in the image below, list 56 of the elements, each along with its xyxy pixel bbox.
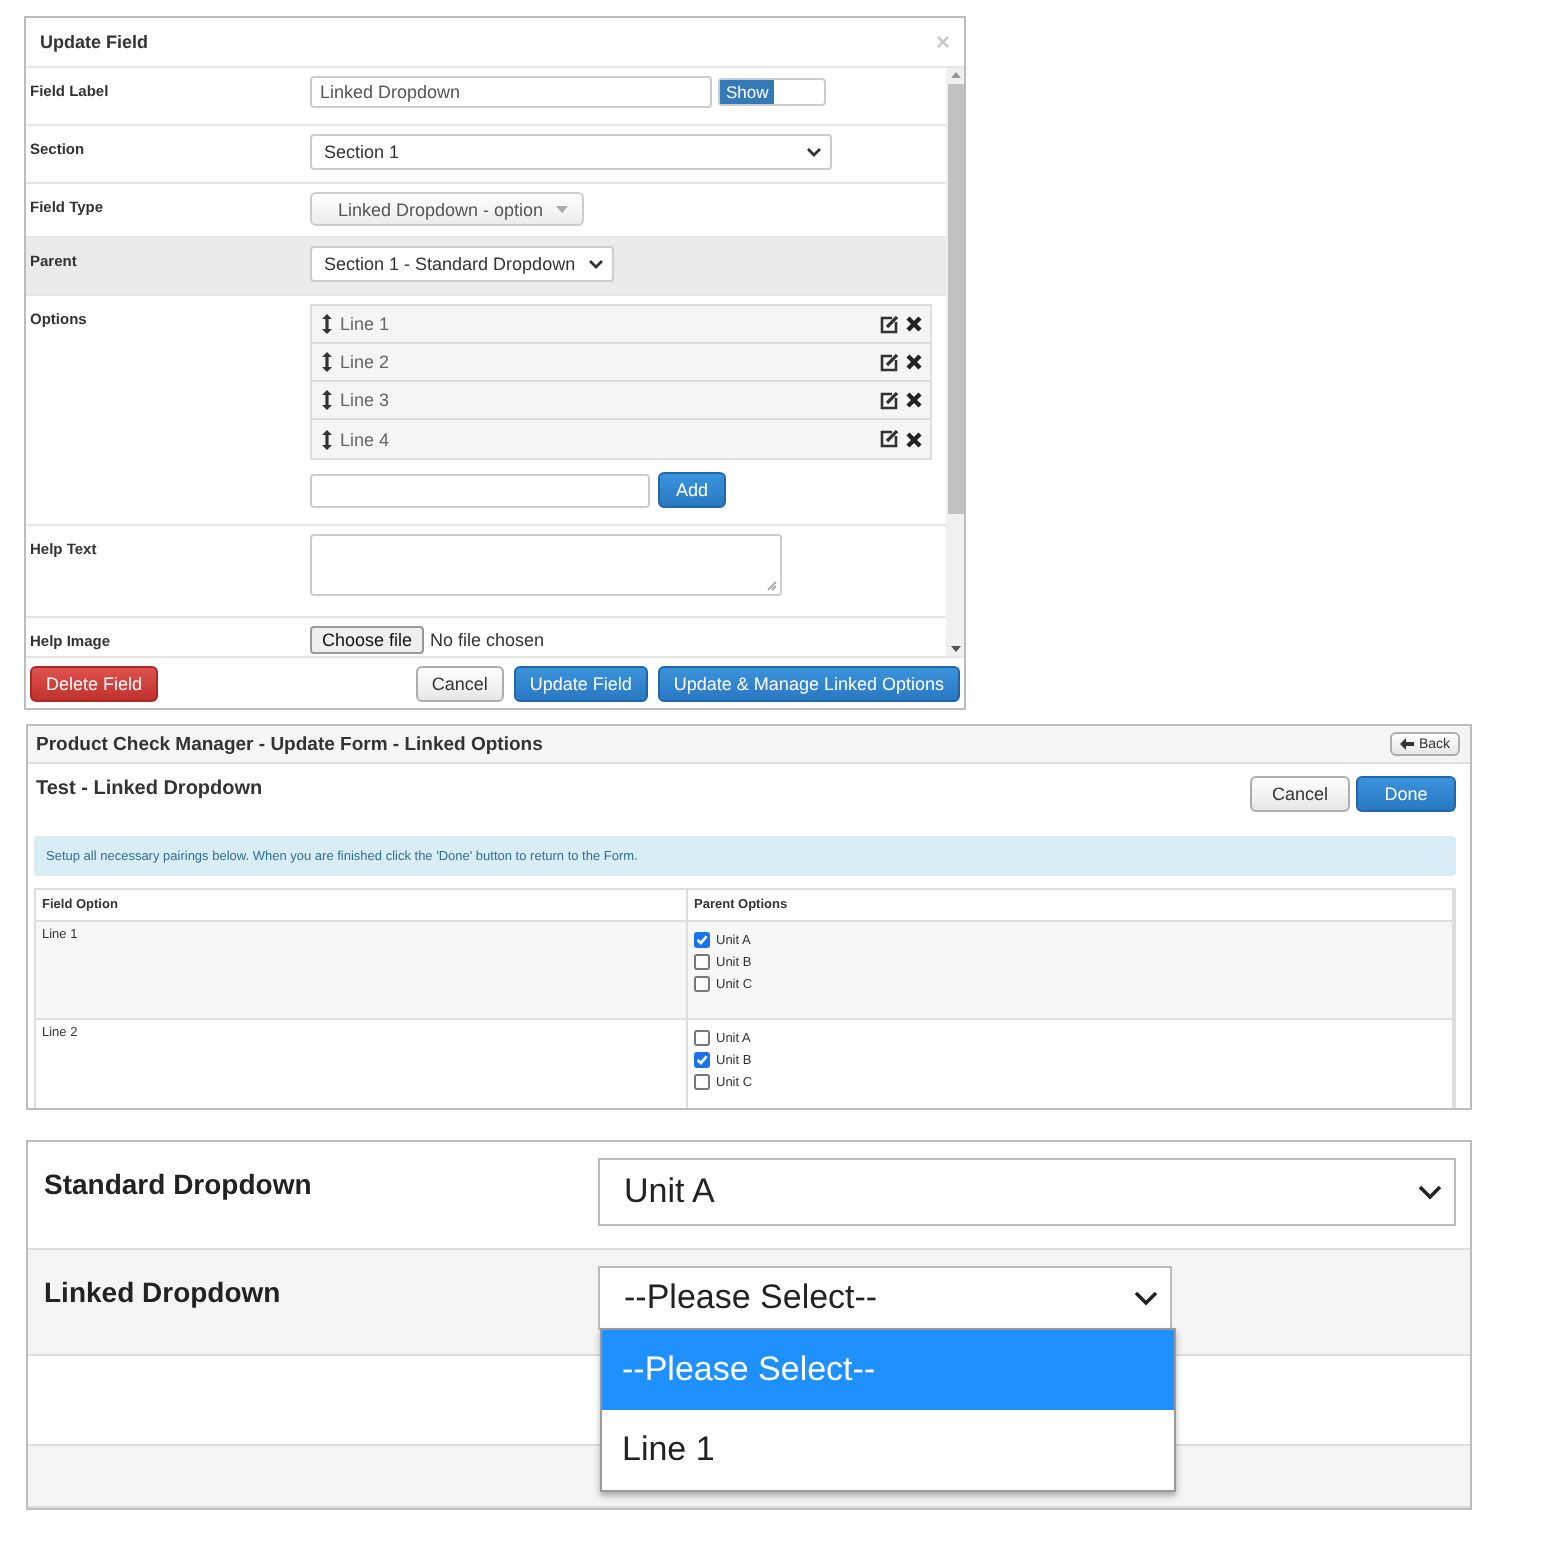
edit-icon[interactable] (880, 391, 898, 409)
drag-arrows-icon (322, 429, 332, 449)
choose-file-button[interactable]: Choose file (310, 626, 425, 654)
edit-icon[interactable] (880, 353, 898, 371)
option-item[interactable]: Line 3 (312, 382, 930, 420)
dropdown-option[interactable]: Line 1 (602, 1410, 1174, 1490)
checkbox[interactable] (694, 954, 710, 970)
delete-icon[interactable] (906, 431, 922, 447)
select-dropdown[interactable]: Unit A (598, 1158, 1456, 1226)
type-dropdown[interactable]: Linked Dropdown - option (310, 192, 584, 226)
file-status: No file chosen (430, 630, 545, 650)
delete-field-button[interactable]: Delete Field (30, 665, 159, 701)
option-item[interactable]: Line 2 (312, 344, 930, 382)
checkbox[interactable] (694, 1074, 710, 1090)
checkbox[interactable] (694, 1030, 710, 1046)
page-title: Product Check Manager - Update Form - Linked Options (36, 733, 543, 755)
new-option-field[interactable] (310, 473, 650, 507)
cancel-button[interactable]: Cancel (415, 665, 504, 701)
scrollbar[interactable] (946, 68, 964, 656)
chevron-down-icon (587, 258, 604, 270)
field-label: Linked Dropdown (44, 1274, 281, 1312)
drag-arrows-icon (322, 390, 332, 410)
label-field[interactable]: Linked Dropdown (310, 76, 712, 108)
scroll-up-icon[interactable] (949, 68, 961, 84)
select-dropdown[interactable]: --Please Select-- (598, 1266, 1172, 1330)
chevron-down-icon (806, 146, 822, 158)
add-button[interactable]: Add (658, 472, 727, 508)
scroll-down-icon[interactable] (949, 640, 961, 656)
select-dropdown[interactable]: Section 1 - Standard Dropdown (310, 246, 614, 282)
cancel-button[interactable]: Cancel (1250, 776, 1350, 812)
option-item[interactable]: Line 1 (312, 306, 930, 344)
drag-arrows-icon (322, 352, 332, 372)
resize-grip-icon[interactable] (766, 580, 778, 592)
arrow-left-icon (1400, 738, 1415, 750)
edit-icon[interactable] (880, 430, 898, 448)
chevron-down-icon (1418, 1184, 1442, 1200)
update-field-button[interactable]: Update Field (513, 665, 648, 701)
done-button[interactable]: Done (1356, 776, 1456, 812)
checkbox[interactable] (694, 1052, 710, 1068)
option-item[interactable]: Line 4 (312, 420, 930, 458)
drag-arrows-icon (322, 314, 332, 334)
caret-down-icon (555, 205, 568, 213)
form-heading: Test - Linked Dropdown (36, 776, 263, 800)
checkbox[interactable] (694, 932, 710, 948)
chevron-down-icon (1134, 1290, 1158, 1306)
dialog-title: Update Field (40, 32, 149, 52)
field-label: Standard Dropdown (44, 1166, 312, 1204)
select-dropdown[interactable]: Section 1 (310, 134, 832, 170)
delete-icon[interactable] (906, 354, 922, 370)
help-text-field[interactable] (310, 534, 782, 596)
delete-icon[interactable] (906, 316, 922, 332)
delete-icon[interactable] (906, 392, 922, 408)
manage-options-button[interactable]: Update & Manage Linked Options (657, 665, 960, 701)
edit-icon[interactable] (880, 315, 898, 333)
checkbox[interactable] (694, 976, 710, 992)
show-toggle[interactable]: Show (718, 78, 826, 106)
